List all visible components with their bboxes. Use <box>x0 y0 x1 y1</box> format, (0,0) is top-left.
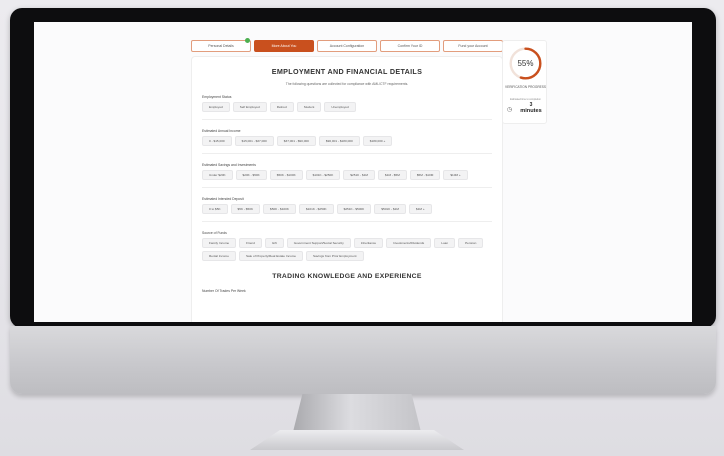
step-complete-check-icon <box>245 38 250 43</box>
option-button[interactable]: Student <box>296 102 322 112</box>
group-label: Source of Funds <box>202 231 227 235</box>
option-button[interactable]: Family Income <box>202 238 237 248</box>
option-button[interactable]: Sale of Property/Real Estate Income <box>238 251 303 261</box>
step-label: More About You <box>271 44 297 48</box>
source-of-funds-group: Source of Funds Family Income Friend Gif… <box>202 231 492 261</box>
trades-per-week-group: Number Of Trades Per Week <box>202 289 492 293</box>
option-button[interactable]: $5K - $50K <box>230 204 261 214</box>
option-button[interactable]: Government Support/Social Security <box>286 238 351 248</box>
options: 0 - $15,000 $15,001 - $37,000 $37,001 - … <box>202 136 492 146</box>
section-heading-trading: TRADING KNOWLEDGE AND EXPERIENCE <box>272 273 422 280</box>
option-button[interactable]: $251K - $500K <box>336 204 372 214</box>
step-personal-details[interactable]: Personal Details <box>191 40 251 52</box>
monitor-stand-neck <box>292 394 422 436</box>
compliance-note: The following questions are collected fo… <box>285 82 409 86</box>
step-tabs: Personal Details More About You Account … <box>191 22 503 52</box>
option-button[interactable]: $101K - $250K <box>298 204 334 214</box>
option-button[interactable]: $1M + <box>408 204 432 214</box>
section-heading: EMPLOYMENT AND FINANCIAL DETAILS <box>271 67 423 76</box>
options: Employed Self Employed Retired Student U… <box>202 102 492 112</box>
option-button[interactable]: Pension <box>458 238 484 248</box>
option-button[interactable]: Loan <box>434 238 456 248</box>
intended-deposit-group: Estimated Intended Deposit 0 to $5K $5K … <box>202 197 492 222</box>
annual-income-group: Estimated Annual Income 0 - $15,000 $15,… <box>202 129 492 154</box>
step-label: Personal Details <box>208 44 234 48</box>
form-panel: EMPLOYMENT AND FINANCIAL DETAILS The fol… <box>191 56 503 322</box>
step-label: Account Configuration <box>329 44 365 48</box>
divider <box>202 153 492 154</box>
divider <box>202 119 492 120</box>
group-label: Employment Status <box>202 95 232 99</box>
minutes-label: minutes <box>520 108 542 114</box>
option-button[interactable]: $90,001 - $180,000 <box>318 136 360 146</box>
group-label: Estimated Savings and Investments <box>202 163 256 167</box>
option-button[interactable]: Investments/Dividends <box>386 238 432 248</box>
verification-progress-label: VERIFICATION PROGRESS <box>504 85 547 89</box>
divider <box>202 187 492 188</box>
option-button[interactable]: $180,000 + <box>362 136 393 146</box>
step-more-about-you[interactable]: More About You <box>254 40 314 52</box>
option-button[interactable]: Self Employed <box>232 102 267 112</box>
options: Under $20K $20K - $50K $50K - $100K $101… <box>202 170 492 180</box>
option-button[interactable]: Inheritance <box>353 238 384 248</box>
step-label: Confirm Your ID <box>397 44 423 48</box>
monitor-screen: Personal Details More About You Account … <box>34 22 692 322</box>
estimate-label: Estimated time to completion <box>510 98 541 101</box>
step-account-configuration[interactable]: Account Configuration <box>317 40 377 52</box>
group-label: Estimated Intended Deposit <box>202 197 244 201</box>
option-button[interactable]: Under $20K <box>202 170 233 180</box>
option-button[interactable]: 0 - $15,000 <box>202 136 232 146</box>
option-button[interactable]: $101K - $250K <box>305 170 341 180</box>
clock-icon: ◷ <box>507 107 513 113</box>
option-button[interactable]: Rental Income <box>202 251 236 261</box>
option-button[interactable]: Gift <box>264 238 284 248</box>
option-button[interactable]: 0 to $5K <box>202 204 228 214</box>
option-button[interactable]: $501K - $1M <box>374 204 406 214</box>
option-button[interactable]: $37,001 - $90,000 <box>276 136 316 146</box>
option-button[interactable]: Unemployed <box>324 102 356 112</box>
option-button[interactable]: Employed <box>202 102 230 112</box>
option-button[interactable]: Retired <box>269 102 294 112</box>
option-button[interactable]: $15,001 - $37,000 <box>234 136 274 146</box>
options: Family Income Friend Gift Government Sup… <box>202 238 492 261</box>
group-label: Estimated Annual Income <box>202 129 241 133</box>
step-fund-account[interactable]: Fund your Account <box>443 40 503 52</box>
progress-percent: 55% <box>517 59 534 68</box>
divider <box>202 221 492 222</box>
step-label: Fund your Account <box>458 44 488 48</box>
monitor-chin <box>10 326 716 394</box>
option-button[interactable]: $1M - $5M <box>378 170 407 180</box>
employment-status-group: Employment Status Employed Self Employed… <box>202 95 492 120</box>
form-wrap: Personal Details More About You Account … <box>191 22 503 322</box>
group-label: Number Of Trades Per Week <box>202 289 246 293</box>
verification-progress-card: 55% VERIFICATION PROGRESS Estimated time… <box>502 40 547 124</box>
option-button[interactable]: $5M - $10M <box>409 170 441 180</box>
option-button[interactable]: $50K - $100K <box>269 170 303 180</box>
option-button[interactable]: $251K - $1M <box>343 170 376 180</box>
scene: Personal Details More About You Account … <box>0 0 724 456</box>
option-button[interactable]: Friend <box>239 238 262 248</box>
monitor-stand-foot <box>250 430 464 450</box>
option-button[interactable]: $50K - $100K <box>263 204 296 214</box>
option-button[interactable]: $20K - $50K <box>235 170 267 180</box>
options: 0 to $5K $5K - $50K $50K - $100K $101K -… <box>202 204 492 214</box>
option-button[interactable]: $10M + <box>443 170 468 180</box>
savings-group: Estimated Savings and Investments Under … <box>202 163 492 188</box>
step-confirm-id[interactable]: Confirm Your ID <box>380 40 440 52</box>
option-button[interactable]: Savings from Prior Employment <box>306 251 364 261</box>
